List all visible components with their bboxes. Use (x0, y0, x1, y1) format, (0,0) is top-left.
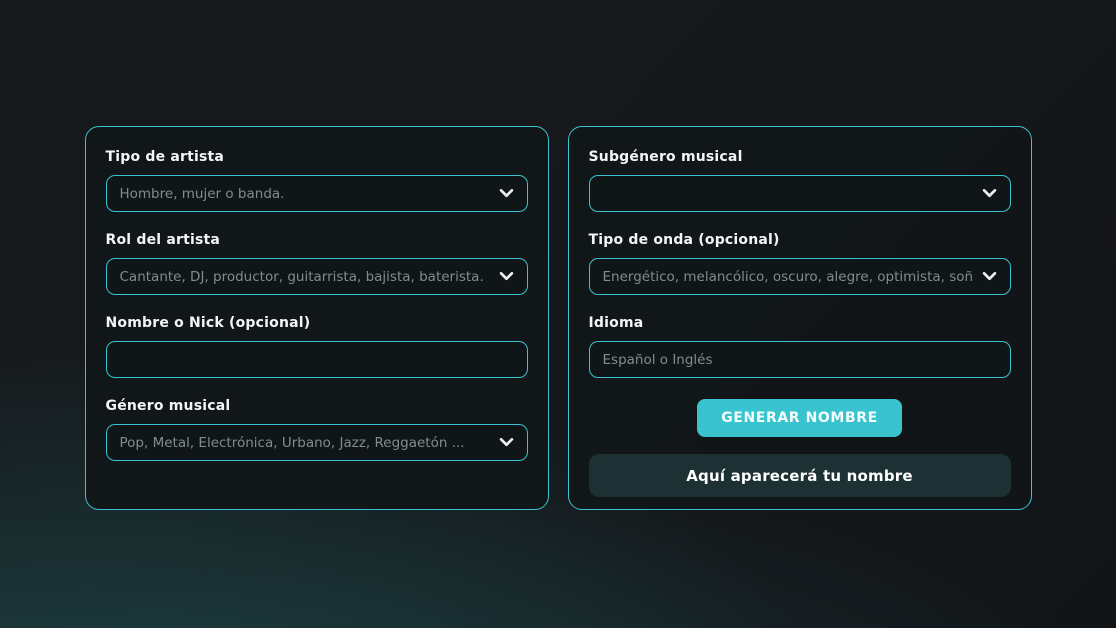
field-rol-del-artista: Rol del artista Cantante, DJ, productor,… (106, 232, 528, 295)
chevron-down-icon (499, 438, 514, 447)
result-name-display: Aquí aparecerá tu nombre (589, 454, 1011, 497)
genero-musical-label: Género musical (106, 398, 528, 414)
tipo-de-onda-select[interactable]: Energético, melancólico, oscuro, alegre,… (589, 258, 1011, 295)
generate-name-button[interactable]: GENERAR NOMBRE (697, 399, 902, 437)
subgenero-musical-select[interactable] (589, 175, 1011, 212)
chevron-down-icon (499, 272, 514, 281)
artist-name-generator-page: Tipo de artista Hombre, mujer o banda. R… (0, 0, 1116, 628)
nombre-nick-label: Nombre o Nick (opcional) (106, 315, 528, 331)
genero-musical-select[interactable]: Pop, Metal, Electrónica, Urbano, Jazz, R… (106, 424, 528, 461)
rol-del-artista-select[interactable]: Cantante, DJ, productor, guitarrista, ba… (106, 258, 528, 295)
nombre-nick-input[interactable] (106, 341, 528, 378)
chevron-down-icon (499, 189, 514, 198)
tipo-de-artista-select[interactable]: Hombre, mujer o banda. (106, 175, 528, 212)
field-genero-musical: Género musical Pop, Metal, Electrónica, … (106, 398, 528, 461)
field-subgenero-musical: Subgénero musical (589, 149, 1011, 212)
tipo-de-artista-label: Tipo de artista (106, 149, 528, 165)
field-tipo-de-onda: Tipo de onda (opcional) Energético, mela… (589, 232, 1011, 295)
right-form-card: Subgénero musical Tipo de onda (opcional… (568, 126, 1032, 510)
idioma-input[interactable] (589, 341, 1011, 378)
field-tipo-de-artista: Tipo de artista Hombre, mujer o banda. (106, 149, 528, 212)
field-idioma: Idioma (589, 315, 1011, 378)
chevron-down-icon (982, 189, 997, 198)
field-nombre-nick: Nombre o Nick (opcional) (106, 315, 528, 378)
select-placeholder: Pop, Metal, Electrónica, Urbano, Jazz, R… (120, 435, 491, 451)
select-placeholder: Cantante, DJ, productor, guitarrista, ba… (120, 269, 491, 285)
tipo-de-onda-label: Tipo de onda (opcional) (589, 232, 1011, 248)
rol-del-artista-label: Rol del artista (106, 232, 528, 248)
left-form-card: Tipo de artista Hombre, mujer o banda. R… (85, 126, 549, 510)
chevron-down-icon (982, 272, 997, 281)
subgenero-musical-label: Subgénero musical (589, 149, 1011, 165)
select-placeholder: Hombre, mujer o banda. (120, 186, 491, 202)
idioma-label: Idioma (589, 315, 1011, 331)
select-placeholder: Energético, melancólico, oscuro, alegre,… (603, 269, 974, 285)
